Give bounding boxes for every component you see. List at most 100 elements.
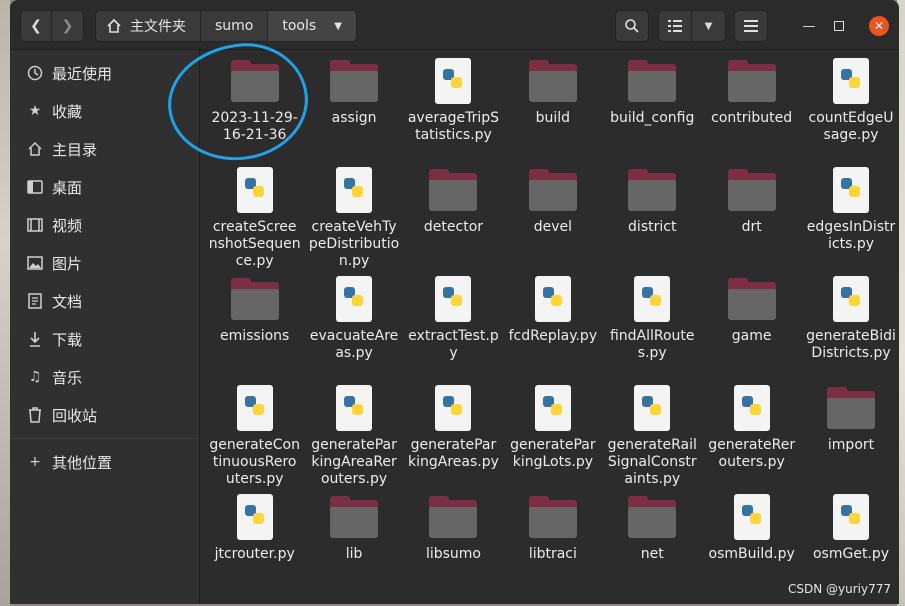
python-file-icon bbox=[827, 276, 875, 322]
folder-item[interactable]: assign bbox=[304, 56, 403, 165]
folder-item[interactable]: libsumo bbox=[404, 492, 503, 601]
folder-icon bbox=[429, 494, 478, 540]
maximize-button[interactable] bbox=[829, 16, 849, 36]
sidebar-item-downloads[interactable]: 下载 bbox=[10, 320, 199, 358]
file-name: emissions bbox=[220, 328, 290, 344]
file-item[interactable]: generateBidiDistricts.py bbox=[801, 274, 899, 383]
file-item[interactable]: averageTripStatistics.py bbox=[404, 56, 503, 165]
file-item[interactable]: evacuateAreas.py bbox=[304, 274, 403, 383]
menu-button[interactable] bbox=[734, 10, 768, 42]
file-item[interactable]: jtcrouter.py bbox=[205, 492, 304, 601]
file-item[interactable]: generateParkingAreas.py bbox=[404, 383, 503, 492]
file-name: drt bbox=[741, 219, 762, 235]
view-options-button[interactable]: ▼ bbox=[692, 10, 726, 42]
forward-button[interactable]: ❯ bbox=[52, 10, 84, 42]
file-item[interactable]: findAllRoutes.py bbox=[603, 274, 702, 383]
folder-icon bbox=[230, 58, 279, 104]
caret-down-icon: ▼ bbox=[704, 20, 713, 32]
sidebar-item-starred[interactable]: ★ 收藏 bbox=[10, 92, 199, 130]
folder-item[interactable]: build_config bbox=[603, 56, 702, 165]
sidebar-item-home[interactable]: 主目录 bbox=[10, 130, 199, 168]
hamburger-menu-icon bbox=[744, 20, 758, 32]
folder-item[interactable]: build bbox=[503, 56, 602, 165]
sidebar-item-desktop[interactable]: 桌面 bbox=[10, 168, 199, 206]
close-button[interactable]: ✕ bbox=[869, 16, 889, 36]
folder-item[interactable]: detector bbox=[404, 165, 503, 274]
python-file-icon bbox=[429, 58, 477, 104]
file-item[interactable]: createVehTypeDistribution.py bbox=[304, 165, 403, 274]
breadcrumb-tools[interactable]: tools ▼ bbox=[268, 11, 356, 41]
file-name: createVehTypeDistribution.py bbox=[308, 219, 400, 269]
file-item[interactable]: fcdReplay.py bbox=[503, 274, 602, 383]
folder-item[interactable]: net bbox=[603, 492, 702, 601]
folder-item[interactable]: 2023-11-29-16-21-36 bbox=[205, 56, 304, 165]
python-file-icon bbox=[231, 385, 279, 431]
folder-item[interactable]: import bbox=[801, 383, 899, 492]
folder-item[interactable]: libtraci bbox=[503, 492, 602, 601]
folder-icon bbox=[528, 167, 577, 213]
python-file-icon bbox=[628, 276, 676, 322]
file-name: lib bbox=[345, 546, 363, 562]
file-name: build_config bbox=[610, 110, 695, 126]
file-name: osmGet.py bbox=[812, 546, 890, 562]
file-grid-view: 2023-11-29-16-21-36 assign averageTripStat… bbox=[201, 50, 899, 604]
folder-item[interactable]: game bbox=[702, 274, 801, 383]
python-file-icon bbox=[728, 494, 776, 540]
file-item[interactable]: generateRailSignalConstraints.py bbox=[603, 383, 702, 492]
python-file-icon bbox=[827, 167, 875, 213]
file-grid: 2023-11-29-16-21-36 assign averageTripStat… bbox=[205, 56, 899, 601]
sidebar-item-documents[interactable]: 文档 bbox=[10, 282, 199, 320]
file-name: countEdgeUsage.py bbox=[808, 110, 894, 143]
download-icon bbox=[26, 330, 44, 348]
folder-item[interactable]: devel bbox=[503, 165, 602, 274]
file-item[interactable]: generateParkingLots.py bbox=[503, 383, 602, 492]
sidebar-item-music[interactable]: ♫ 音乐 bbox=[10, 358, 199, 396]
sidebar-item-trash[interactable]: 回收站 bbox=[10, 396, 199, 434]
sidebar-item-videos[interactable]: 视频 bbox=[10, 206, 199, 244]
file-name: detector bbox=[423, 219, 484, 235]
back-button[interactable]: ❮ bbox=[20, 10, 52, 42]
folder-item[interactable]: emissions bbox=[205, 274, 304, 383]
file-item[interactable]: createScreenshotSequence.py bbox=[205, 165, 304, 274]
file-name: edgesInDistricts.py bbox=[806, 219, 896, 252]
file-name: game bbox=[731, 328, 772, 344]
folder-icon bbox=[528, 494, 577, 540]
folder-item[interactable]: contributed bbox=[702, 56, 801, 165]
folder-item[interactable]: drt bbox=[702, 165, 801, 274]
python-file-icon bbox=[429, 276, 477, 322]
folder-icon bbox=[230, 276, 279, 322]
file-item[interactable]: generateRerouters.py bbox=[702, 383, 801, 492]
search-button[interactable] bbox=[615, 10, 649, 42]
close-icon: ✕ bbox=[873, 19, 885, 33]
file-item[interactable]: generateParkingAreaRerouters.py bbox=[304, 383, 403, 492]
desktop-icon bbox=[26, 178, 44, 196]
breadcrumb-tools-label: tools bbox=[282, 18, 317, 34]
sidebar-item-other-locations[interactable]: + 其他位置 bbox=[10, 443, 199, 481]
music-icon: ♫ bbox=[28, 369, 42, 385]
breadcrumb-sumo[interactable]: sumo bbox=[201, 11, 269, 41]
file-name: generateBidiDistricts.py bbox=[806, 328, 896, 361]
file-item[interactable]: extractTest.py bbox=[404, 274, 503, 383]
python-file-icon bbox=[330, 385, 378, 431]
sidebar-item-pictures[interactable]: 图片 bbox=[10, 244, 199, 282]
folder-icon bbox=[330, 494, 379, 540]
file-item[interactable]: osmBuild.py bbox=[702, 492, 801, 601]
folder-item[interactable]: lib bbox=[304, 492, 403, 601]
sidebar-item-label: 桌面 bbox=[52, 178, 83, 197]
minimize-button[interactable]: — bbox=[799, 16, 819, 36]
file-item[interactable]: edgesInDistricts.py bbox=[801, 165, 899, 274]
folder-icon bbox=[827, 385, 876, 431]
list-view-icon bbox=[668, 20, 682, 32]
file-name: averageTripStatistics.py bbox=[407, 110, 500, 143]
watermark: CSDN @yuriy777 bbox=[787, 582, 891, 596]
sidebar-item-label: 最近使用 bbox=[52, 64, 113, 83]
file-item[interactable]: generateContinuousRerouters.py bbox=[205, 383, 304, 492]
folder-icon bbox=[727, 58, 776, 104]
folder-icon bbox=[429, 167, 478, 213]
file-manager-window: ❮ ❯ 主文件夹 sumo tools ▼ ▼ — ✕ 最近使用 ★ 收藏 主目… bbox=[10, 0, 899, 604]
sidebar-item-recent[interactable]: 最近使用 bbox=[10, 54, 199, 92]
file-item[interactable]: countEdgeUsage.py bbox=[801, 56, 899, 165]
folder-item[interactable]: district bbox=[603, 165, 702, 274]
breadcrumb-home[interactable]: 主文件夹 bbox=[96, 11, 201, 41]
list-view-button[interactable] bbox=[658, 10, 692, 42]
